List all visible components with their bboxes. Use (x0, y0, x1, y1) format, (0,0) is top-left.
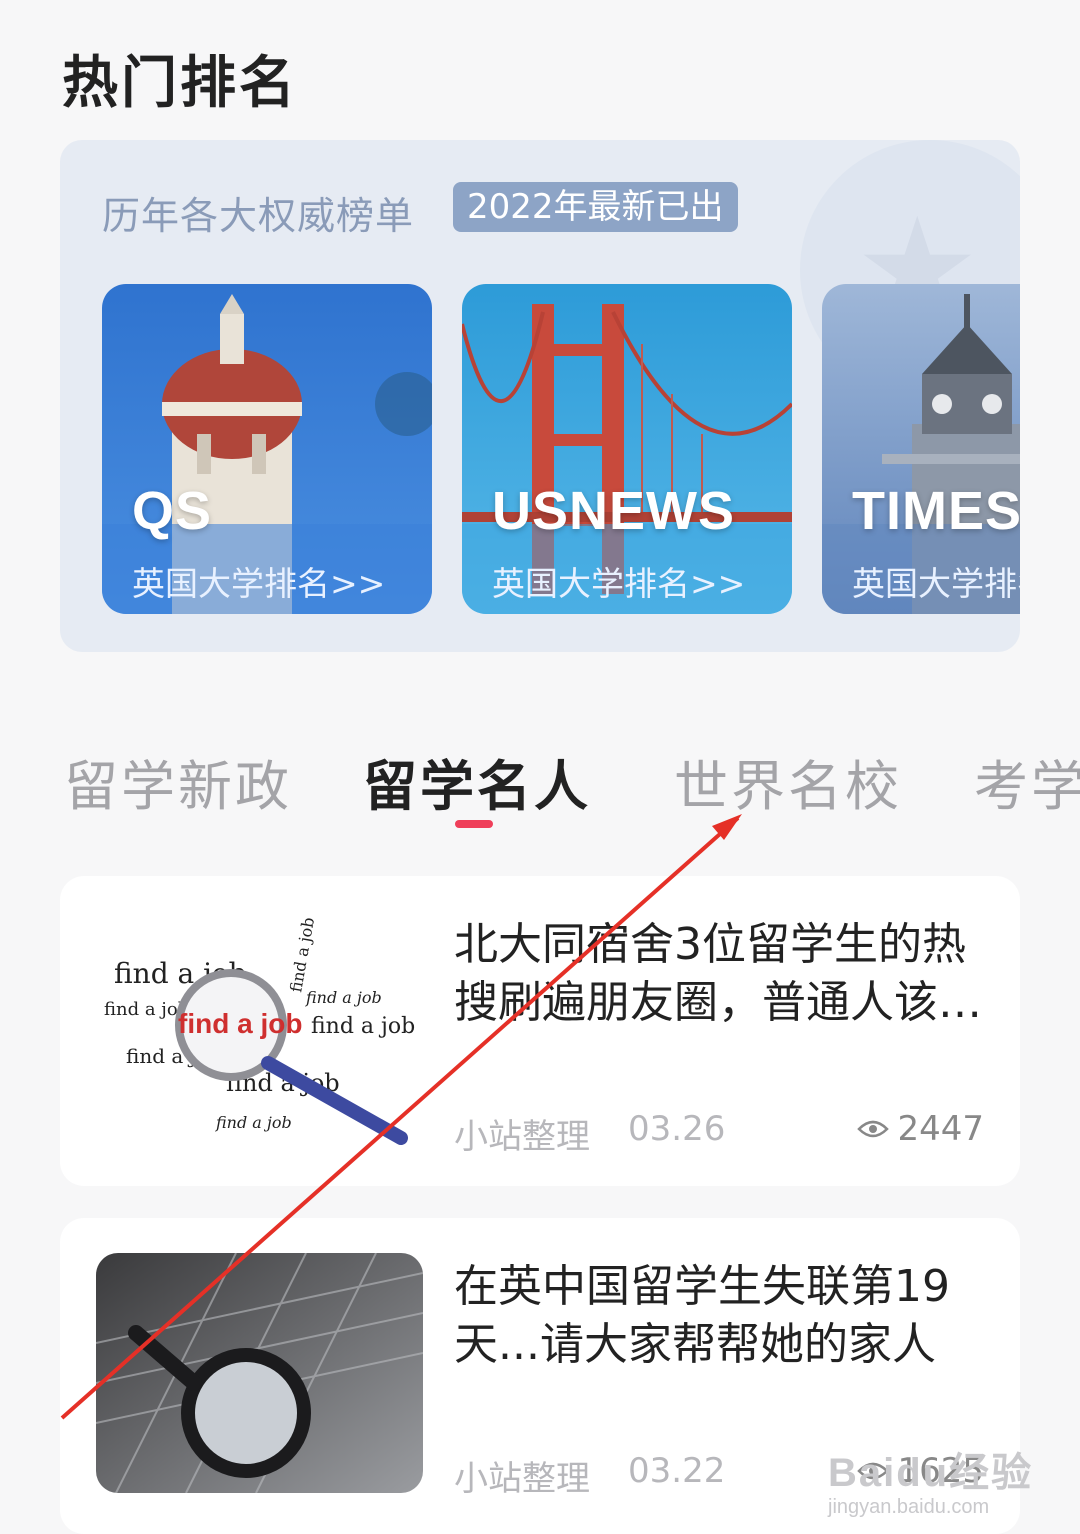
category-tabs: 留学新政 留学名人 世界名校 考学 (0, 742, 1080, 842)
article-source: 小站整理 (454, 1459, 590, 1499)
eye-icon (857, 1120, 890, 1138)
tab-world-universities[interactable]: 世界名校 (674, 742, 902, 821)
card-link-text: 英国大学排名>> (132, 564, 386, 603)
active-tab-indicator (455, 820, 493, 828)
ranking-subtitle: 历年各大权威榜单 (102, 194, 415, 238)
card-title: USNEWS (492, 481, 736, 541)
card-link-text: 英国大学排名>> (852, 564, 1020, 603)
article-views: 2447 (857, 1109, 984, 1149)
article-thumbnail: find a job find a job find a job find a … (96, 913, 423, 1153)
tab-exams[interactable]: 考学 (974, 742, 1080, 821)
ranking-panel: ★ 历年各大权威榜单 2022年最新已出 QS 英国大学排名>> USNEWS … (60, 140, 1020, 652)
card-title: QS (132, 481, 213, 541)
watermark-logo: Baidu经验 (828, 1451, 1034, 1495)
thumb-text: find a job (305, 988, 382, 1007)
article-source: 小站整理 (454, 1117, 590, 1157)
ranking-card-usnews[interactable]: USNEWS 英国大学排名>> (462, 284, 792, 614)
find-a-job-magnifier-icon: find a job find a job find a job find a … (96, 913, 423, 1153)
article-title: 在英中国留学生失联第19天...请大家帮帮她的家人 (454, 1261, 950, 1370)
new-badge: 2022年最新已出 (453, 182, 738, 232)
article-card[interactable]: find a job find a job find a job find a … (60, 876, 1020, 1186)
thumb-text: find a job (311, 1014, 415, 1039)
page-title: 热门排名 (62, 51, 298, 116)
watermark-url: jingyan.baidu.com (828, 1496, 990, 1518)
article-date: 03.26 (628, 1109, 726, 1149)
thumb-text: find a job (178, 1008, 302, 1039)
tab-study-policy[interactable]: 留学新政 (64, 742, 292, 821)
ranking-card-qs[interactable]: QS 英国大学排名>> (102, 284, 432, 614)
ranking-cards: QS 英国大学排名>> USNEWS 英国大学排名>> TIMES 英国大学排 (102, 284, 1020, 614)
article-thumbnail (96, 1253, 423, 1493)
magnifier-keyboard-icon (96, 1253, 423, 1493)
view-count: 2447 (897, 1109, 984, 1149)
article-title: 北大同宿舍3位留学生的热搜刷遍朋友圈，普通人该怎么留学 (454, 919, 982, 1028)
article-date: 03.22 (628, 1451, 726, 1491)
watermark: Baidu经验 jingyan.baidu.com (828, 1440, 1033, 1519)
tab-study-celebrities[interactable]: 留学名人 (363, 742, 591, 821)
thumb-text: find a job (215, 1113, 292, 1132)
card-title: TIMES (852, 481, 1020, 541)
ranking-card-times[interactable]: TIMES 英国大学排名>> (822, 284, 1020, 614)
card-link-text: 英国大学排名>> (492, 564, 746, 603)
